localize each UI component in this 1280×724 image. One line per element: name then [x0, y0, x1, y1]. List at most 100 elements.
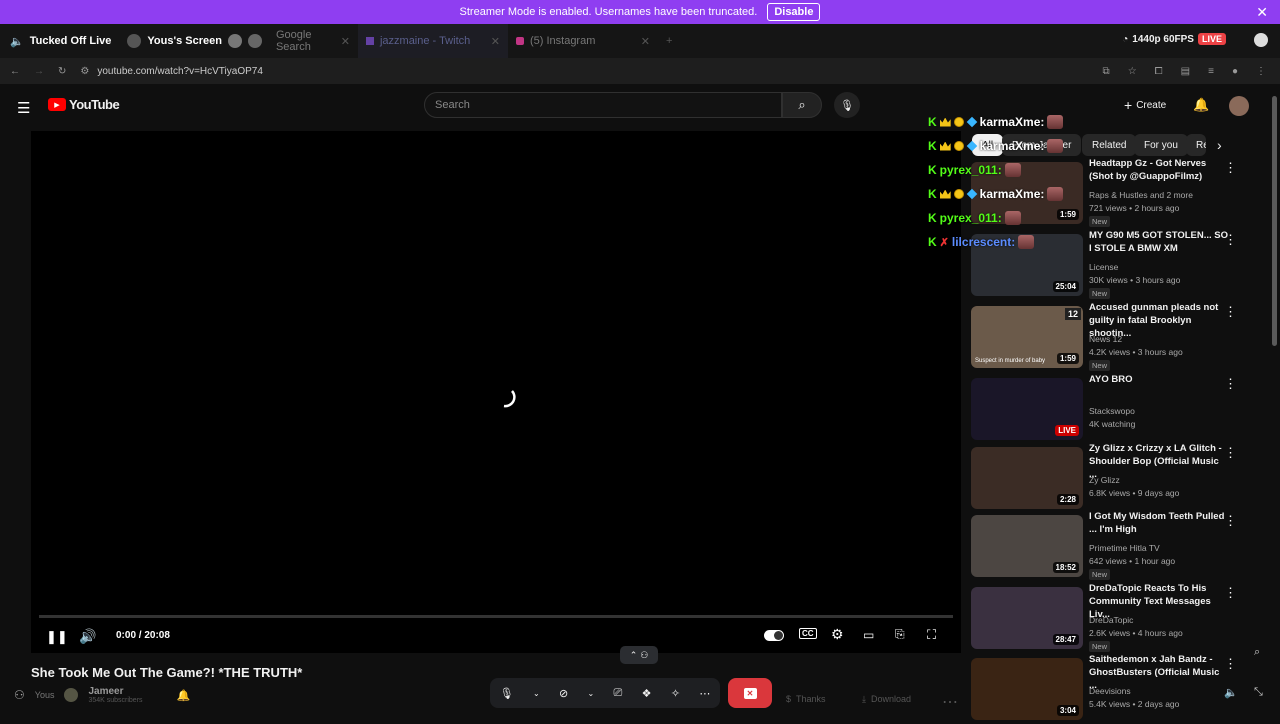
media-icon[interactable]: ≡ — [1208, 66, 1214, 77]
tab-twitch[interactable]: jazzmaine - Twitch ✕ — [357, 24, 508, 58]
captions-icon[interactable]: CC — [799, 628, 817, 639]
video-menu-icon[interactable]: ⋮ — [1224, 232, 1237, 248]
install-icon[interactable]: ⧉ — [1103, 66, 1110, 77]
stream-volume-icon[interactable]: 🔈 — [1224, 686, 1238, 699]
camera-off-icon[interactable]: ⊘ — [559, 687, 568, 700]
tab-instagram[interactable]: (5) Instagram ✕ — [508, 24, 658, 58]
zoom-icon[interactable]: ⌕ — [1254, 646, 1260, 659]
video-item[interactable]: Suspect in murder of baby 12 1:59 Accused g… — [971, 302, 1261, 372]
video-channel[interactable]: DreDaTopic — [1089, 615, 1133, 625]
notifications-bell-icon[interactable]: 🔔 — [1193, 97, 1209, 113]
video-player[interactable]: ❚❚ 🔊 0:00 / 20:08 CC ⚙ ▭ ⎘ ⛶ — [31, 131, 961, 653]
video-menu-icon[interactable]: ⋮ — [1224, 513, 1237, 529]
video-menu-icon[interactable]: ⋮ — [1224, 445, 1237, 461]
back-icon[interactable]: ← — [10, 66, 20, 77]
theater-mode-icon[interactable]: ▭ — [863, 628, 874, 642]
video-item[interactable]: 2:28 Zy Glizz x Crizzy x LA Glitch - Shou… — [971, 443, 1261, 513]
sidepanel-icon[interactable]: ▤ — [1181, 66, 1190, 77]
video-item[interactable]: 18:52 I Got My Wisdom Teeth Pulled ... I'… — [971, 511, 1261, 581]
volume-icon[interactable]: 🔊 — [79, 628, 96, 645]
video-thumbnail[interactable]: 28:47 — [971, 587, 1083, 649]
bookmark-star-icon[interactable]: ☆ — [1128, 66, 1137, 77]
close-tab-icon[interactable]: ✕ — [641, 35, 650, 48]
video-item[interactable]: LIVE AYO BRO Stackswopo 4K watching ⋮ — [971, 374, 1261, 444]
chat-icon[interactable] — [1254, 33, 1268, 47]
profile-icon[interactable]: ● — [1232, 66, 1238, 77]
close-tab-icon[interactable]: ✕ — [341, 35, 350, 48]
progress-bar-track[interactable] — [39, 615, 953, 618]
call-controls-expand[interactable]: ⌃ ⚇ — [620, 646, 658, 664]
speaker-icon: 🔈 — [10, 35, 24, 48]
video-menu-icon[interactable]: ⋮ — [1224, 376, 1237, 392]
new-tab-icon[interactable]: + — [658, 35, 680, 47]
search-input[interactable]: Search — [424, 92, 782, 118]
stream-channel[interactable]: 🔈 Tucked Off Live — [0, 35, 121, 48]
screen-share-label[interactable]: Yous's Screen — [121, 34, 268, 48]
youtube-logo[interactable]: ▶ YouTube — [48, 97, 120, 112]
video-thumbnail[interactable]: 18:52 — [971, 515, 1083, 577]
fullscreen-icon[interactable]: ⛶ — [927, 627, 936, 643]
thanks-button[interactable]: $ Thanks — [786, 694, 826, 704]
video-item[interactable]: 3:04 Saithedemon x Jah Bandz - GhostBuste… — [971, 654, 1261, 724]
video-title[interactable]: MY G90 M5 GOT STOLEN... SO I STOLE A BMW… — [1089, 229, 1229, 255]
reload-icon[interactable]: ↻ — [58, 66, 66, 77]
video-title[interactable]: Headtapp Gz - Got Nerves (Shot by @Guapp… — [1089, 157, 1229, 183]
video-thumbnail[interactable]: 3:04 — [971, 658, 1083, 720]
chip-recent[interactable]: Re — [1186, 134, 1206, 156]
video-channel[interactable]: Primetime Hitla TV — [1089, 543, 1160, 553]
video-channel[interactable]: News 12 — [1089, 334, 1122, 344]
activities-icon[interactable]: ❖ — [642, 687, 652, 700]
channel-avatar[interactable] — [64, 688, 79, 702]
video-item[interactable]: 28:47 DreDaTopic Reacts To His Community … — [971, 583, 1261, 653]
end-call-button[interactable]: ✕ — [728, 678, 772, 708]
chevron-down-icon[interactable]: ⌄ — [533, 689, 540, 698]
video-menu-icon[interactable]: ⋮ — [1224, 585, 1237, 601]
chevron-right-icon[interactable]: › — [1217, 137, 1222, 153]
video-thumbnail[interactable]: 2:28 — [971, 447, 1083, 509]
video-thumbnail[interactable]: Suspect in murder of baby 12 1:59 — [971, 306, 1083, 368]
more-options-icon[interactable]: ⋯ — [699, 687, 710, 700]
voice-search-button[interactable]: 🎙 — [834, 92, 860, 118]
disable-streamer-mode-button[interactable]: Disable — [767, 3, 821, 21]
soundboard-icon[interactable]: ✧ — [671, 687, 680, 700]
search-button[interactable]: ⌕ — [782, 92, 822, 118]
hamburger-menu-icon[interactable]: ☰ — [17, 99, 30, 117]
video-thumbnail[interactable]: LIVE — [971, 378, 1083, 440]
extensions-icon[interactable]: ⧠ — [1155, 66, 1163, 77]
video-title[interactable]: I Got My Wisdom Teeth Pulled ... I'm Hig… — [1089, 510, 1229, 536]
subscribe-bell-icon[interactable]: 🔔 — [177, 689, 191, 702]
exit-fullscreen-icon[interactable]: ⤡ — [1254, 686, 1263, 699]
video-channel[interactable]: Deevisions — [1089, 686, 1131, 696]
video-channel[interactable]: Zy Glizz — [1089, 475, 1120, 485]
chip-related[interactable]: Related — [1082, 134, 1137, 156]
forward-icon[interactable]: → — [34, 66, 44, 77]
close-banner-icon[interactable]: ✕ — [1256, 4, 1268, 21]
chip-for-you[interactable]: For you — [1134, 134, 1188, 156]
cast-icon[interactable]: ⎘ — [895, 627, 905, 642]
pause-icon[interactable]: ❚❚ — [46, 629, 68, 645]
browser-menu-icon[interactable]: ⋮ — [1256, 66, 1266, 77]
more-actions-icon[interactable]: ⋯ — [942, 692, 958, 712]
microphone-icon[interactable]: 🎙 — [500, 687, 514, 700]
video-title[interactable]: AYO BRO — [1089, 373, 1229, 386]
video-channel[interactable]: Stackswopo — [1089, 406, 1135, 416]
create-button[interactable]: + Create — [1124, 97, 1166, 113]
close-tab-icon[interactable]: ✕ — [491, 35, 500, 48]
settings-gear-icon[interactable]: ⚙ — [831, 626, 844, 643]
site-info-icon[interactable]: ⚙ — [80, 66, 89, 77]
video-menu-icon[interactable]: ⋮ — [1224, 304, 1237, 320]
video-menu-icon[interactable]: ⋮ — [1224, 656, 1237, 672]
address-bar[interactable]: youtube.com/watch?v=HcVTiyaOP74 — [97, 66, 263, 77]
channel-name[interactable]: Jameer — [88, 686, 142, 697]
tab-google-search[interactable]: Google Search ✕ — [268, 24, 358, 58]
video-channel[interactable]: License — [1089, 262, 1118, 272]
page-scrollbar[interactable] — [1272, 96, 1277, 346]
chevron-down-icon[interactable]: ⌄ — [587, 689, 594, 698]
people-icon[interactable]: ⚇ — [14, 688, 25, 702]
download-button[interactable]: ⤓ Download — [862, 694, 911, 705]
account-avatar[interactable] — [1229, 96, 1249, 116]
autoplay-toggle[interactable] — [764, 630, 784, 641]
video-menu-icon[interactable]: ⋮ — [1224, 160, 1237, 176]
screen-share-icon[interactable]: ⎚ — [614, 687, 623, 700]
video-channel[interactable]: Raps & Hustles and 2 more — [1089, 190, 1193, 200]
